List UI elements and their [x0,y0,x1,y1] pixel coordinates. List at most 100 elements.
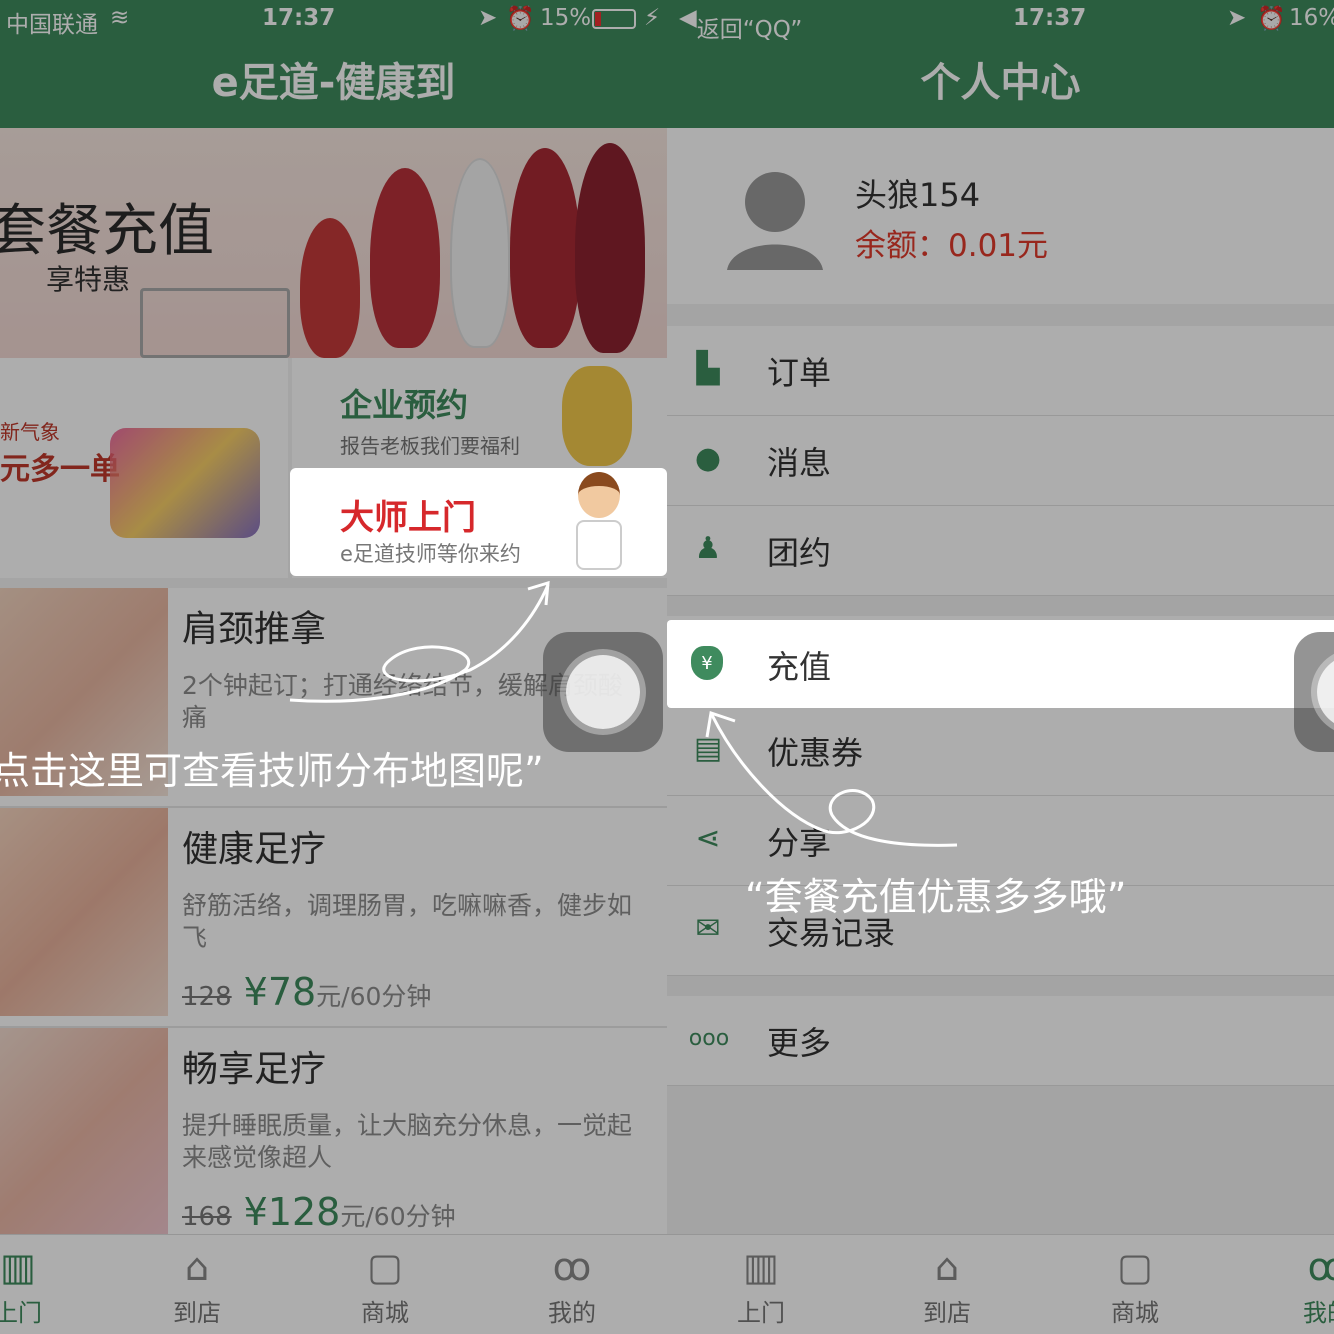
user-name: 头狼154 [855,176,981,214]
guide-arrow-right [705,711,958,847]
enterprise-title: 企业预约 [340,386,469,424]
menu-label: 消息 [767,444,832,482]
product-card[interactable]: 畅享足疗 提升睡眠质量，让大脑充分休息，一觉起来感觉像超人 168 ¥128元/6… [0,1028,667,1248]
chat-icon: ● [694,441,722,476]
gift-box-image [110,428,260,538]
promo-line2: 元多一单 [0,452,120,487]
menu-item-orders[interactable]: ▙ 订单 [667,326,1334,416]
tab-label: 上门 [737,1299,785,1327]
menu-label: 团约 [767,534,832,572]
status-bar: ◀ 返回“QQ” 17:37 ➤ ⏰ 16% [667,0,1334,43]
assistive-touch-button[interactable] [1294,632,1334,752]
alarm-icon: ⏰ [1257,6,1286,32]
assistive-touch-button[interactable] [543,632,663,752]
original-price: 128 [182,982,232,1012]
tab-label: 到店 [923,1299,971,1327]
door-icon: ▥ [0,1245,36,1289]
balance-text: 余额：0.01元 [855,228,1049,264]
sale-price: ¥128 [243,1190,341,1234]
sale-price: ¥78 [243,970,317,1014]
left-screen-home: 中国联通 ≋ 17:37 ➤ ⏰ 15% ⚡ e足道-健康到 套餐充值 享特惠 … [0,0,667,1334]
page-title: 个人中心 [667,40,1334,128]
tab-label: 我的 [548,1299,596,1327]
tab-bar: ▥ 上门 ⌂ 到店 ▢ 商城 ꝏ 我的 [667,1234,1334,1334]
product-thumbnail [0,808,168,1016]
battery-icon [592,9,636,29]
product-desc: 提升睡眠质量，让大脑充分休息，一觉起来感觉像超人 [182,1111,633,1172]
enterprise-subtitle: 报告老板我们要福利 [340,434,520,458]
clock: 17:37 [1013,5,1087,31]
hint-text: “套餐充值优惠多多哦” [745,875,1127,919]
original-price: 168 [182,1202,232,1232]
profile-header[interactable]: 头狼154 余额：0.01元 [667,128,1334,304]
promo-line1: 新气象 [0,420,60,444]
feet-icon: ꝏ [552,1245,592,1289]
mail-icon: ✉ [695,911,721,946]
tab-door[interactable]: ▥ 上门 [701,1235,821,1334]
banner-figure [450,158,510,348]
menu-label: 更多 [767,1024,832,1062]
tab-label: 商城 [361,1299,409,1327]
tab-label: 我的 [1303,1299,1334,1327]
tab-mine[interactable]: ꝏ 我的 [512,1235,632,1334]
guide-arrow-left [289,580,550,703]
callout-master-visit[interactable]: 大师上门 e足道技师等你来约 [290,468,667,576]
menu-item-messages[interactable]: ● 消息 [667,416,1334,506]
back-label: 返回“QQ” [696,17,803,43]
money-bag-icon: ¥ [691,646,723,680]
location-icon: ➤ [1227,5,1247,31]
product-name: 健康足疗 [182,829,327,870]
technician-cartoon [570,472,628,572]
location-icon: ➤ [478,5,498,31]
tab-mine[interactable]: ꝏ 我的 [1267,1235,1334,1334]
tab-label: 商城 [1111,1299,1159,1327]
price-unit: 元/60分钟 [340,1202,456,1231]
tab-label: 上门 [0,1299,42,1327]
door-icon: ▥ [743,1245,779,1289]
product-thumbnail [0,1028,168,1236]
price-unit: 元/60分钟 [316,982,432,1011]
clock: 17:37 [262,5,336,31]
product-desc: 舒筋活络，调理肠胃，吃嘛嘛香，健步如飞 [182,891,633,952]
banner-figure [370,168,440,348]
carrier-label: 中国联通 [6,12,98,38]
right-screen-profile: ◀ 返回“QQ” 17:37 ➤ ⏰ 16% 个人中心 头狼154 余额：0.0… [667,0,1334,1334]
tab-mall[interactable]: ▢ 商城 [1075,1235,1195,1334]
tab-label: 到店 [173,1299,221,1327]
promo-banner[interactable]: 套餐充值 享特惠 [0,128,667,358]
battery-percent: 15% [540,5,592,31]
banner-subtitle: 享特惠 [46,263,131,296]
page-title: e足道-健康到 [0,40,667,128]
product-card[interactable]: 健康足疗 舒筋活络，调理肠胃，吃嘛嘛香，健步如飞 128 ¥78元/60分钟 [0,808,667,1028]
menu-item-group[interactable]: ♟ 团约 [667,506,1334,596]
menu-label: 订单 [767,354,832,392]
product-name: 畅享足疗 [182,1049,327,1090]
tab-mall[interactable]: ▢ 商城 [325,1235,445,1334]
feet-icon: ꝏ [1307,1245,1334,1289]
tab-store[interactable]: ⌂ 到店 [887,1235,1007,1334]
banner-figure [300,218,360,358]
avatar [727,172,823,270]
callout-subtitle: e足道技师等你来约 [340,542,521,566]
bag-icon: ▢ [1117,1245,1153,1289]
home-icon: ⌂ [184,1245,210,1289]
shopping-cart-image [140,288,290,358]
callout-title: 大师上门 [340,498,476,538]
callout-label: 充值 [767,648,832,686]
banner-headline: 套餐充值 [0,199,214,264]
hint-text: 点击这里可查看技师分布地图呢” [0,749,544,793]
banner-figure [575,143,645,353]
promo-gift-card[interactable]: 新气象 元多一单 [0,358,288,578]
callout-recharge[interactable]: ¥ 充值 [667,620,1334,708]
charging-icon: ⚡ [644,5,661,31]
status-bar: 中国联通 ≋ 17:37 ➤ ⏰ 15% ⚡ [0,0,667,40]
tab-door[interactable]: ▥ 上门 [0,1235,78,1334]
alarm-icon: ⏰ [506,6,535,32]
group-icon: ♟ [694,531,722,566]
wifi-icon: ≋ [110,5,130,31]
home-icon: ⌂ [934,1245,960,1289]
tab-store[interactable]: ⌂ 到店 [137,1235,257,1334]
more-icon: ooo [688,1026,730,1051]
back-to-qq-link[interactable]: ◀ 返回“QQ” [679,5,802,43]
menu-item-more[interactable]: ooo 更多 [667,996,1334,1086]
